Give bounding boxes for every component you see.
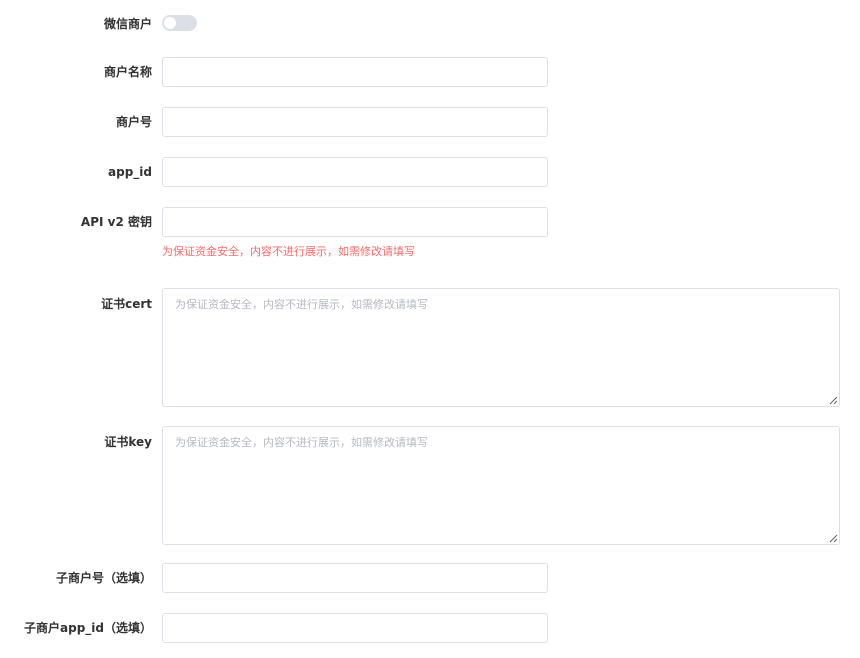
app-id-input[interactable] <box>162 157 548 187</box>
merchant-name-label: 商户名称 <box>103 65 152 79</box>
toggle-knob <box>164 17 176 29</box>
cert-resize-handle-icon[interactable] <box>828 395 838 405</box>
api-v2-key-input[interactable] <box>162 207 548 237</box>
sub-app-id-input[interactable] <box>162 613 548 643</box>
app-id-label: app_id <box>108 165 152 179</box>
api-v2-key-hint: 为保证资金安全，内容不进行展示，如需修改请填写 <box>162 245 415 258</box>
cert-textarea[interactable] <box>162 288 840 407</box>
api-v2-key-label: API v2 密钥 <box>80 215 152 229</box>
key-resize-handle-icon[interactable] <box>828 533 838 543</box>
sub-app-id-label: 子商户app_id（选填） <box>24 621 152 635</box>
merchant-no-input[interactable] <box>162 107 548 137</box>
key-textarea[interactable] <box>162 426 840 545</box>
cert-label: 证书cert <box>101 297 152 311</box>
wechat-merchant-toggle[interactable] <box>162 15 197 31</box>
key-label: 证书key <box>104 435 152 449</box>
merchant-no-label: 商户号 <box>115 115 152 129</box>
merchant-name-input[interactable] <box>162 57 548 87</box>
sub-merchant-no-input[interactable] <box>162 563 548 593</box>
sub-merchant-no-label: 子商户号（选填） <box>55 571 152 585</box>
wechat-merchant-label: 微信商户 <box>103 17 152 31</box>
